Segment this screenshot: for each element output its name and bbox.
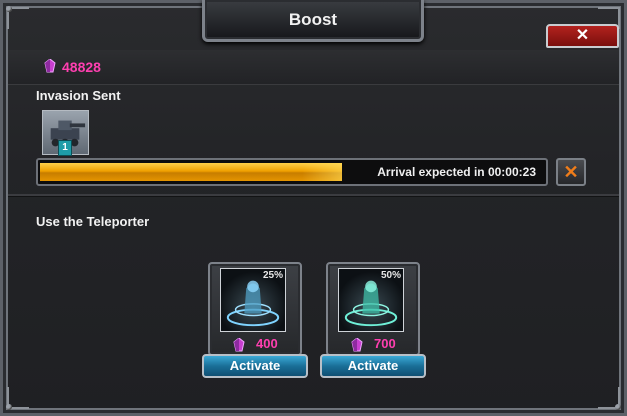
teleporter-label: Use the Teleporter (36, 214, 150, 229)
teleporter-icon: 25% (220, 268, 286, 332)
teleporter-card-50: 50% 700 (326, 262, 420, 356)
crystal-icon (232, 338, 246, 352)
arrival-time-text: Arrival expected in 00:00:23 (377, 165, 536, 179)
activate-button-50[interactable]: Activate (320, 354, 426, 378)
close-icon: ✕ (575, 27, 590, 44)
crystal-icon (43, 59, 57, 73)
boost-percent: 50% (380, 270, 401, 281)
rivet-icon (6, 404, 12, 410)
dialog-title: Boost (288, 10, 338, 29)
section-divider (8, 194, 619, 197)
teleport-cost: 400 (256, 336, 278, 351)
teleporter-icon: 50% (338, 268, 404, 332)
teleport-cost: 700 (374, 336, 396, 351)
teleporter-card-25: 25% 400 (208, 262, 302, 356)
activate-button-25[interactable]: Activate (202, 354, 308, 378)
crystal-balance: 48828 (62, 59, 101, 75)
arrival-progress-bar: Arrival expected in 00:00:23 (36, 158, 548, 186)
progress-fill (40, 163, 342, 181)
crystal-icon (350, 338, 364, 352)
boost-percent: 25% (262, 270, 283, 281)
rivet-icon (615, 404, 621, 410)
invasion-label: Invasion Sent (36, 88, 121, 103)
cancel-icon: ✕ (563, 162, 579, 182)
close-button[interactable]: ✕ (546, 24, 619, 48)
rivet-icon (6, 6, 12, 12)
cancel-invasion-button[interactable]: ✕ (556, 158, 586, 186)
title-plate: Boost (202, 0, 424, 42)
unit-count-badge: 1 (58, 140, 72, 156)
